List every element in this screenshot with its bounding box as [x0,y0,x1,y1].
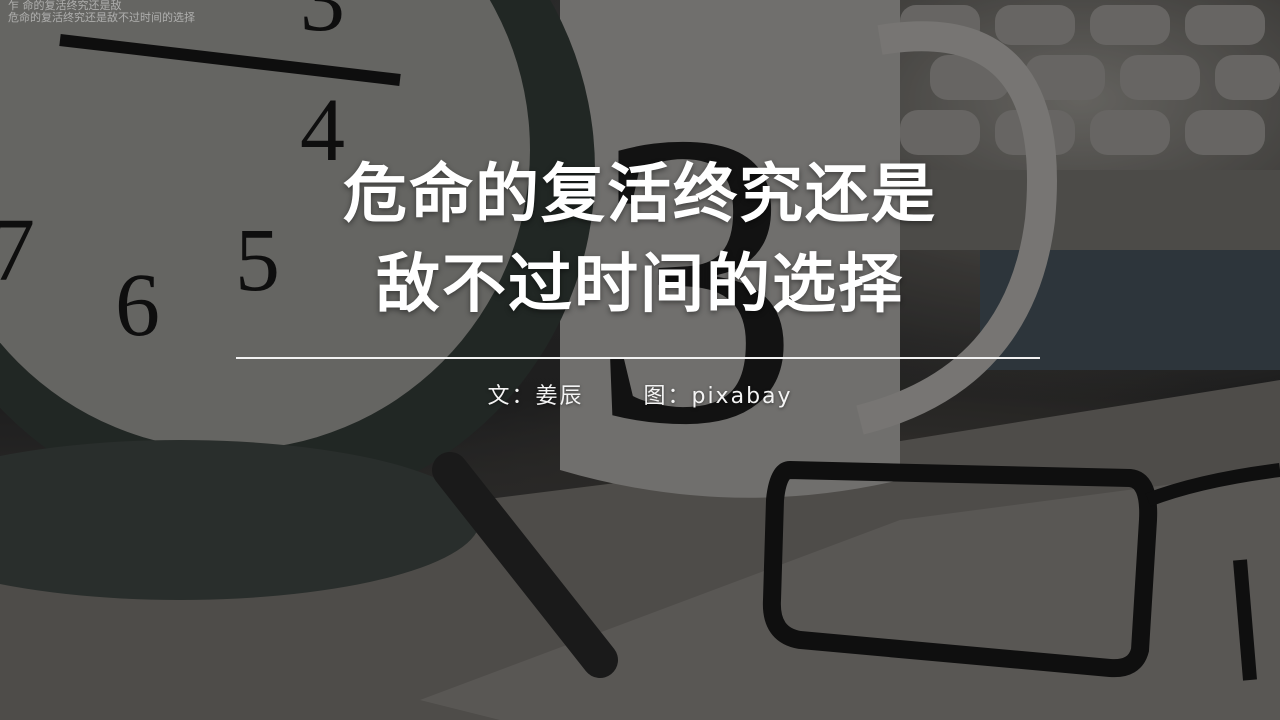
author-credit: 文：姜辰 [487,384,584,409]
title-block: 危命的复活终究还是 敌不过时间的选择 [0,150,1280,330]
watermark-line: 危命的复活终究还是敌不过时间的选择 [8,11,195,24]
image-credit: 图：pixabay [643,384,793,409]
title-line-2: 敌不过时间的选择 [376,248,904,322]
title-line-1: 危命的复活终究还是 [343,158,937,232]
watermark-text: 乍 命的复活终究还是敌 危命的复活终究还是敌不过时间的选择 [8,0,328,24]
cover-slide: 3 3 4 5 6 7 乍 命的复活终究还是敌 危命的复活终究还是敌不过时间的选… [0,0,1280,720]
dark-overlay [0,0,1280,720]
divider-line [236,357,1040,359]
credits: 文：姜辰 图：pixabay [0,378,1280,410]
